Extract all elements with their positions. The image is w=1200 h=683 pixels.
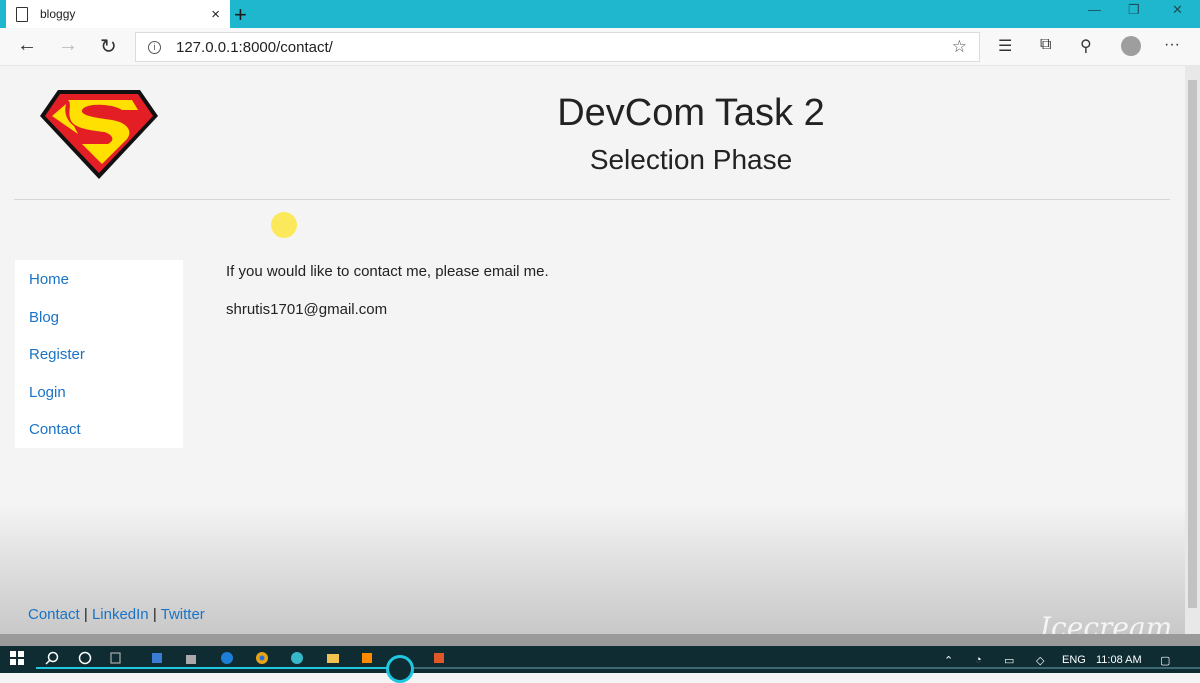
browser-tab-bar: bloggy × + — ❐ ✕ [0, 0, 1200, 28]
mouse-cursor-highlight [271, 212, 297, 238]
cortana-icon[interactable] [78, 651, 92, 665]
store-icon[interactable] [184, 651, 198, 665]
favorite-star-icon[interactable]: ☆ [952, 37, 967, 57]
search-icon[interactable] [45, 651, 59, 665]
windows-start-icon[interactable] [10, 651, 24, 665]
chrome-icon[interactable] [255, 651, 269, 665]
new-tab-button[interactable]: + [234, 2, 247, 28]
close-window-button[interactable]: ✕ [1172, 2, 1183, 18]
forward-button[interactable]: → [58, 34, 78, 57]
edge-icon[interactable] [220, 651, 234, 665]
sidebar-item-login[interactable]: Login [15, 379, 183, 417]
divider [14, 199, 1170, 200]
task-view-icon[interactable] [110, 651, 124, 665]
web-page: DevCom Task 2 Selection Phase Home Blog … [0, 66, 1185, 634]
app-icon-1[interactable] [150, 651, 164, 665]
system-clock[interactable]: 11:08 AM [1096, 654, 1142, 666]
sublime-icon[interactable] [360, 651, 374, 665]
superman-logo [40, 90, 158, 179]
tray-overflow-icon[interactable]: ⌃ [944, 654, 953, 667]
back-button[interactable]: ← [17, 34, 37, 57]
page-icon [16, 6, 28, 22]
tab-close-icon[interactable]: × [211, 6, 220, 23]
footer-links: Contact | LinkedIn | Twitter [28, 606, 205, 623]
recording-progress [36, 667, 396, 669]
footer-link-contact[interactable]: Contact [28, 606, 80, 623]
collections-icon[interactable]: ⧉ [1040, 36, 1051, 54]
footer-separator: | [79, 606, 92, 623]
refresh-button[interactable]: ↻ [100, 34, 117, 59]
page-title: DevCom Task 2 [557, 92, 825, 134]
battery-icon[interactable]: ▭ [1004, 654, 1014, 667]
favorites-list-icon[interactable]: ☰ [998, 36, 1012, 56]
notification-icon[interactable]: ▢ [1160, 654, 1170, 667]
edge-active-icon[interactable] [290, 651, 304, 665]
file-explorer-icon[interactable] [326, 651, 340, 665]
sidebar-item-contact[interactable]: Contact [15, 416, 183, 454]
more-menu-button[interactable]: ··· [1164, 36, 1180, 54]
vertical-scrollbar[interactable] [1185, 66, 1200, 634]
footer-link-twitter[interactable]: Twitter [161, 606, 205, 623]
contact-email: shrutis1701@gmail.com [226, 301, 388, 318]
footer-separator: | [148, 606, 161, 623]
recording-indicator[interactable] [386, 655, 414, 683]
page-subtitle: Selection Phase [589, 144, 793, 175]
dropbox-icon[interactable]: ◇ [1036, 654, 1044, 667]
browser-tab[interactable]: bloggy × [6, 0, 230, 28]
recorder-watermark: Icecream [1040, 611, 1173, 634]
sidebar-item-blog[interactable]: Blog [15, 304, 183, 342]
tab-title: bloggy [40, 7, 76, 21]
footer-link-linkedin[interactable]: LinkedIn [92, 606, 149, 623]
read-aloud-icon[interactable]: ⚲ [1080, 36, 1092, 56]
scrollbar-thumb[interactable] [1188, 80, 1197, 608]
sidebar-nav: Home Blog Register Login Contact [15, 260, 183, 448]
address-bar[interactable]: i 127.0.0.1:8000/contact/ ☆ [135, 32, 980, 62]
browser-toolbar: ← → ↻ i 127.0.0.1:8000/contact/ ☆ ☰ ⧉ ⚲ … [0, 28, 1200, 66]
language-indicator[interactable]: ENG [1062, 654, 1086, 666]
recorder-app-icon[interactable] [432, 651, 446, 665]
network-icon[interactable]: ◔ [975, 654, 982, 666]
profile-avatar[interactable] [1121, 36, 1141, 56]
horizontal-scrollbar[interactable] [0, 634, 1200, 646]
contact-content: If you would like to contact me, please … [226, 262, 549, 338]
recording-track [410, 667, 1200, 669]
contact-message: If you would like to contact me, please … [226, 263, 549, 280]
sidebar-item-register[interactable]: Register [15, 341, 183, 379]
info-icon[interactable]: i [148, 40, 161, 54]
restore-button[interactable]: ❐ [1128, 2, 1140, 18]
sidebar-item-home[interactable]: Home [15, 266, 183, 304]
minimize-button[interactable]: — [1088, 2, 1101, 17]
url-text[interactable]: 127.0.0.1:8000/contact/ [176, 39, 952, 56]
